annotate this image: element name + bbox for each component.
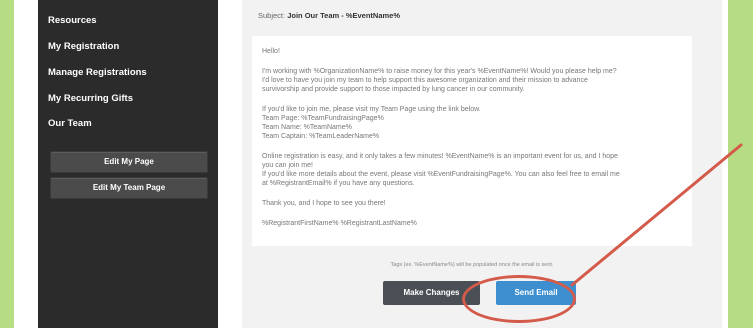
email-line: you can join me! <box>262 162 313 169</box>
edit-my-team-page-button[interactable]: Edit My Team Page <box>50 177 208 199</box>
subject-value: Join Our Team - %EventName% <box>287 11 401 20</box>
sidebar: Resources My Registration Manage Registr… <box>38 0 218 328</box>
email-line: Thank you, and I hope to see you there! <box>262 200 386 207</box>
page-frame: Resources My Registration Manage Registr… <box>14 0 728 328</box>
email-line: If you'd like more details about the eve… <box>262 171 620 178</box>
email-line: Team Page: %TeamFundraisingPage% <box>262 115 384 122</box>
email-line: I'm working with %OrganizationName% to r… <box>262 68 617 75</box>
email-line-signature: %RegistrantFirstName% %RegistrantLastNam… <box>262 220 417 227</box>
make-changes-button[interactable]: Make Changes <box>383 281 480 305</box>
email-body: Hello! I'm working with %OrganizationNam… <box>252 36 692 246</box>
sidebar-item-our-team[interactable]: Our Team <box>48 118 92 129</box>
email-line: at %RegistrantEmail% if you have any que… <box>262 180 415 187</box>
email-line-greeting: Hello! <box>262 48 280 55</box>
email-line: If you'd like to join me, please visit m… <box>262 106 481 113</box>
tags-note: Tags (ex. %EventName%) will be populated… <box>390 262 554 268</box>
sidebar-item-my-registration[interactable]: My Registration <box>48 41 119 52</box>
email-line: survivorship and provide support to thos… <box>262 86 525 93</box>
sidebar-item-my-recurring-gifts[interactable]: My Recurring Gifts <box>48 93 133 104</box>
email-line: Team Name: %TeamName% <box>262 124 352 131</box>
sidebar-item-manage-registrations[interactable]: Manage Registrations <box>48 67 147 78</box>
email-line: Team Captain: %TeamLeaderName% <box>262 133 380 140</box>
subject-label: Subject: <box>258 11 286 20</box>
sidebar-item-resources[interactable]: Resources <box>48 15 97 26</box>
edit-my-page-button[interactable]: Edit My Page <box>50 151 208 173</box>
email-line: I'd love to have you join my team to hel… <box>262 77 588 84</box>
send-email-button[interactable]: Send Email <box>496 281 576 305</box>
email-line: Online registration is easy, and it only… <box>262 153 618 160</box>
email-preview-panel: Subject: Join Our Team - %EventName% Hel… <box>242 0 722 328</box>
email-subject: Subject: Join Our Team - %EventName% <box>258 11 400 20</box>
